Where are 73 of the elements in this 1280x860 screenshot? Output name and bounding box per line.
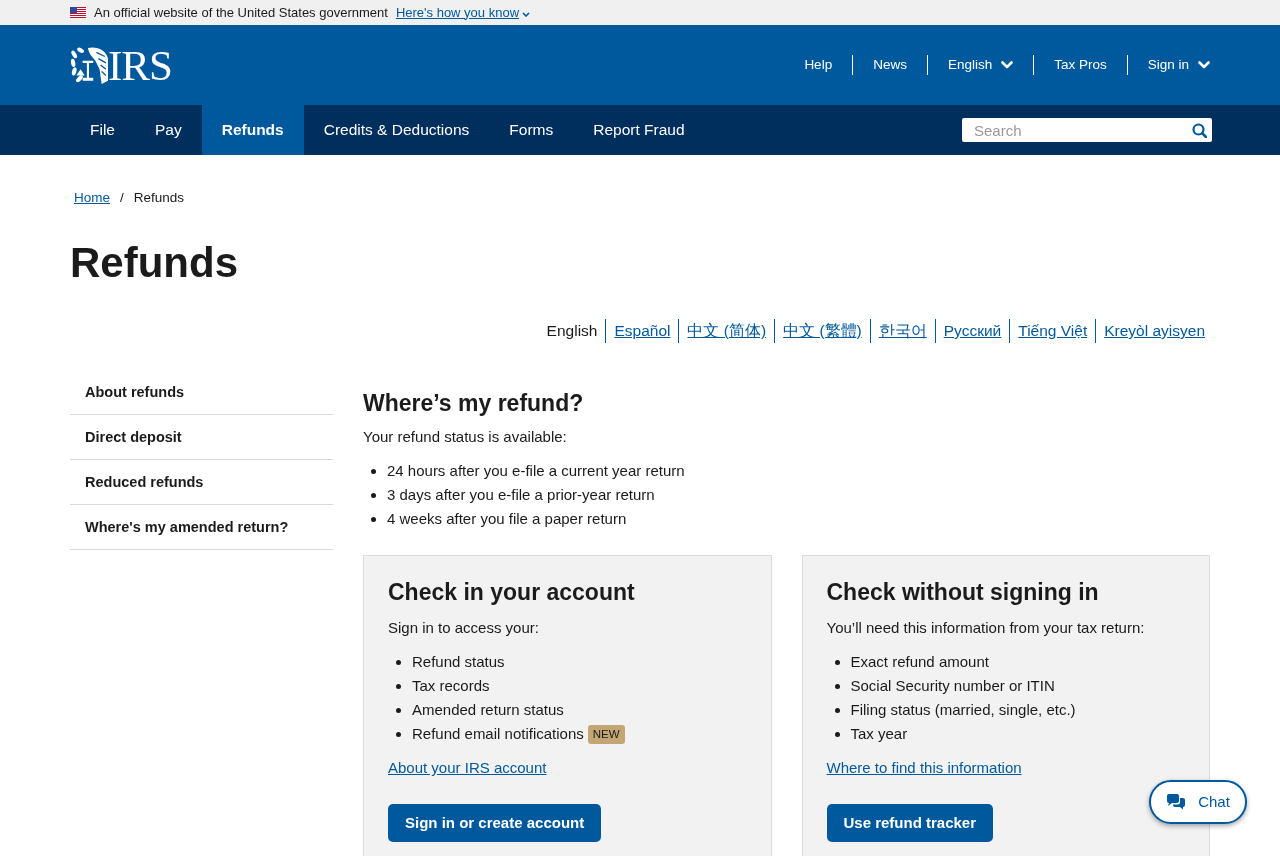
language-link[interactable]: 中文 (简体) [679,319,775,343]
bullet-icon [834,707,840,713]
card-link[interactable]: Where to find this information [826,756,1022,781]
sidebar-link[interactable]: About refunds [70,369,333,415]
primary-button[interactable]: Use refund tracker [826,804,994,843]
language-link[interactable]: Русский [935,319,1010,343]
language-link[interactable]: Tiếng Việt [1010,319,1096,343]
list-item-text: Tax records [412,676,490,697]
bullet-icon [371,492,376,498]
bullet-icon [834,659,840,665]
card-intro: Sign in to access your: [388,618,540,639]
list-item-text: Refund email notifications [412,724,584,745]
header-link[interactable]: News [853,54,927,76]
nav-tab[interactable]: Pay [135,105,202,155]
bullet-icon [834,683,840,689]
bullet-icon [396,731,401,737]
chevron-down-icon [1001,61,1014,69]
bullet-icon [396,683,401,689]
current-language: English [545,321,599,341]
breadcrumb-link[interactable]: Home [74,188,110,209]
nav-tab[interactable]: Forms [489,105,574,155]
list-item-text: Amended return status [412,700,564,721]
bullet-icon [396,707,401,713]
header-link[interactable]: Help [784,54,853,76]
card-heading: Check without signing in [826,578,1100,608]
bullet-icon [371,468,376,474]
dropdown-link[interactable]: English [927,54,1034,76]
eagle-emblem-icon [70,46,108,84]
card-heading: Check in your account [388,578,636,608]
nav-tab[interactable]: File [70,105,135,155]
section-intro: Your refund status is available: [363,427,568,448]
card-intro: You’ll need this information from your tax return: [826,618,1146,639]
chevron-down-icon [1198,61,1210,69]
page-title: Refunds [70,238,239,289]
list-item-text: Refund status [412,652,505,673]
list-item-text: Tax year [850,724,908,745]
dropdown-link[interactable]: Sign in [1127,54,1210,76]
bullet-icon [371,516,376,522]
chat-bubbles-icon [1166,794,1187,810]
language-link[interactable]: 한국어 [870,319,935,343]
bullet-icon [834,731,840,737]
sidebar-link[interactable]: Where's my amended return? [70,504,333,550]
nav-tab[interactable]: Refunds [201,105,304,155]
language-link[interactable]: Español [606,319,679,343]
list-item-text: Filing status (married, single, etc.) [850,700,1076,721]
gov-banner-text: An official website of the United States government [94,3,388,22]
us-flag-icon [70,7,86,18]
list-item-text: 24 hours after you e-file a current year return [387,461,685,482]
nav-tab[interactable]: Credits & Deductions [303,105,490,155]
new-badge: NEW [587,724,625,744]
breadcrumb-separator: / [119,189,125,207]
search-icon [1191,122,1207,138]
breadcrumb-current: Refunds [133,189,185,207]
chevron-down-icon [522,11,531,17]
list-item-text: Social Security number or ITIN [850,676,1055,697]
search-button[interactable] [1190,118,1212,142]
sidebar-link[interactable]: Direct deposit [70,414,333,460]
language-link[interactable]: Kreyòl ayisyen [1096,319,1213,343]
nav-tab[interactable]: Report Fraud [573,105,705,155]
list-item-text: 4 weeks after you file a paper return [387,509,627,530]
sidebar-link[interactable]: Reduced refunds [70,459,333,505]
search-field[interactable]: Search [962,118,1190,142]
list-item-text: Exact refund amount [850,652,989,673]
irs-logo-link[interactable]: IRS [70,43,172,87]
header-link[interactable]: Tax Pros [1034,54,1127,76]
chat-button[interactable]: Chat [1149,780,1247,824]
language-link[interactable]: 中文 (繁體) [775,319,870,343]
heres-how-you-know-link[interactable]: Here's how you know [395,2,531,23]
primary-button[interactable]: Sign in or create account [388,804,602,843]
bullet-icon [396,659,401,665]
section-heading: Where’s my refund? [363,389,585,418]
list-item-text: 3 days after you e-file a prior-year return [387,485,655,506]
card-link[interactable]: About your IRS account [388,756,547,781]
